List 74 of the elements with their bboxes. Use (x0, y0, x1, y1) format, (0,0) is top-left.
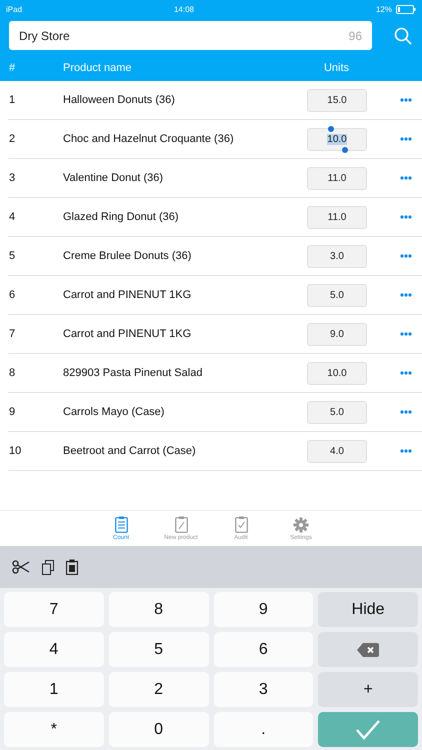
units-field[interactable]: 3.0 (307, 244, 367, 268)
units-field[interactable]: 5.0 (307, 400, 367, 424)
battery-percent: 12% (376, 4, 392, 14)
more-icon[interactable] (400, 410, 412, 414)
product-name: Carrols Mayo (Case) (63, 406, 166, 418)
row-number: 4 (8, 211, 16, 223)
row-number: 10 (8, 445, 22, 457)
more-icon[interactable] (400, 98, 412, 102)
column-header: # (8, 62, 16, 74)
product-name: Beetroot and Carrot (Case) (63, 445, 197, 457)
battery-icon (396, 4, 416, 14)
list-clipboard-icon (114, 516, 128, 533)
keypad-key[interactable]: 8 (108, 592, 208, 627)
row-number: 5 (8, 250, 16, 262)
units-field[interactable]: 5.0 (307, 284, 367, 306)
copy-icon[interactable] (42, 560, 54, 574)
backspace-icon (357, 642, 380, 656)
units-field[interactable]: 11.0 (307, 206, 367, 228)
keypad-key[interactable]: 4 (4, 632, 104, 667)
row-number: 7 (8, 328, 16, 340)
keypad-key[interactable]: 9 (214, 592, 314, 627)
pencil-clipboard-icon (174, 516, 188, 533)
units-field[interactable]: 15.0 (307, 88, 367, 112)
more-icon[interactable] (400, 293, 412, 297)
units-field[interactable]: 10.0 (307, 362, 367, 384)
row-number: 3 (8, 172, 16, 184)
keypad-key[interactable]: 7 (4, 592, 104, 627)
more-icon[interactable] (400, 449, 412, 453)
row-number: 8 (8, 367, 16, 379)
done-key[interactable] (318, 712, 418, 747)
more-icon[interactable] (400, 215, 412, 219)
keypad-key[interactable]: 6 (214, 632, 314, 667)
more-icon[interactable] (400, 254, 412, 258)
units-field[interactable]: 10.0 (307, 128, 367, 150)
column-header: Product name (63, 62, 132, 74)
device-label: iPad (6, 4, 22, 14)
keypad-key[interactable]: 5 (108, 632, 208, 667)
check-clipboard-icon (234, 516, 248, 533)
clock: 14:08 (172, 4, 196, 14)
search-icon[interactable] (394, 26, 412, 44)
row-number: 1 (8, 94, 16, 106)
product-name: Glazed Ring Donut (36) (63, 211, 180, 223)
product-name: Halloween Donuts (36) (63, 94, 176, 106)
more-icon[interactable] (400, 371, 412, 375)
units-field[interactable]: 9.0 (307, 322, 367, 346)
units-field[interactable]: 11.0 (307, 166, 367, 190)
search-field[interactable]: Dry Store 96 (9, 21, 372, 50)
paste-icon[interactable] (66, 559, 78, 575)
product-name: 829903 Pasta Pinenut Salad (63, 367, 204, 379)
keypad-key[interactable]: 3 (214, 672, 314, 707)
units-field[interactable]: 4.0 (307, 440, 367, 462)
product-name: Carrot and PINENUT 1KG (63, 289, 192, 301)
keypad-key[interactable]: . (214, 712, 314, 747)
more-icon[interactable] (400, 176, 412, 180)
keypad-key[interactable]: Hide (318, 592, 418, 627)
product-name: Creme Brulee Donuts (36) (63, 250, 192, 262)
row-number: 6 (8, 289, 16, 301)
product-name: Valentine Donut (36) (63, 172, 164, 184)
row-number: 2 (8, 133, 16, 145)
checkmark-icon (355, 718, 382, 740)
more-icon[interactable] (400, 332, 412, 336)
gear-icon (293, 516, 309, 532)
product-name: Carrot and PINENUT 1KG (63, 328, 192, 340)
keypad-key[interactable]: + (318, 672, 418, 707)
keypad-key[interactable]: * (4, 712, 104, 747)
more-icon[interactable] (400, 137, 412, 141)
backspace-key[interactable] (318, 632, 418, 667)
product-name: Choc and Hazelnut Croquante (36) (63, 133, 235, 145)
column-header: Units (324, 62, 350, 74)
keypad-key[interactable]: 0 (108, 712, 208, 747)
scissors-icon[interactable] (12, 560, 30, 574)
keypad-key[interactable]: 1 (4, 672, 104, 707)
keypad-key[interactable]: 2 (108, 672, 208, 707)
row-number: 9 (8, 406, 16, 418)
